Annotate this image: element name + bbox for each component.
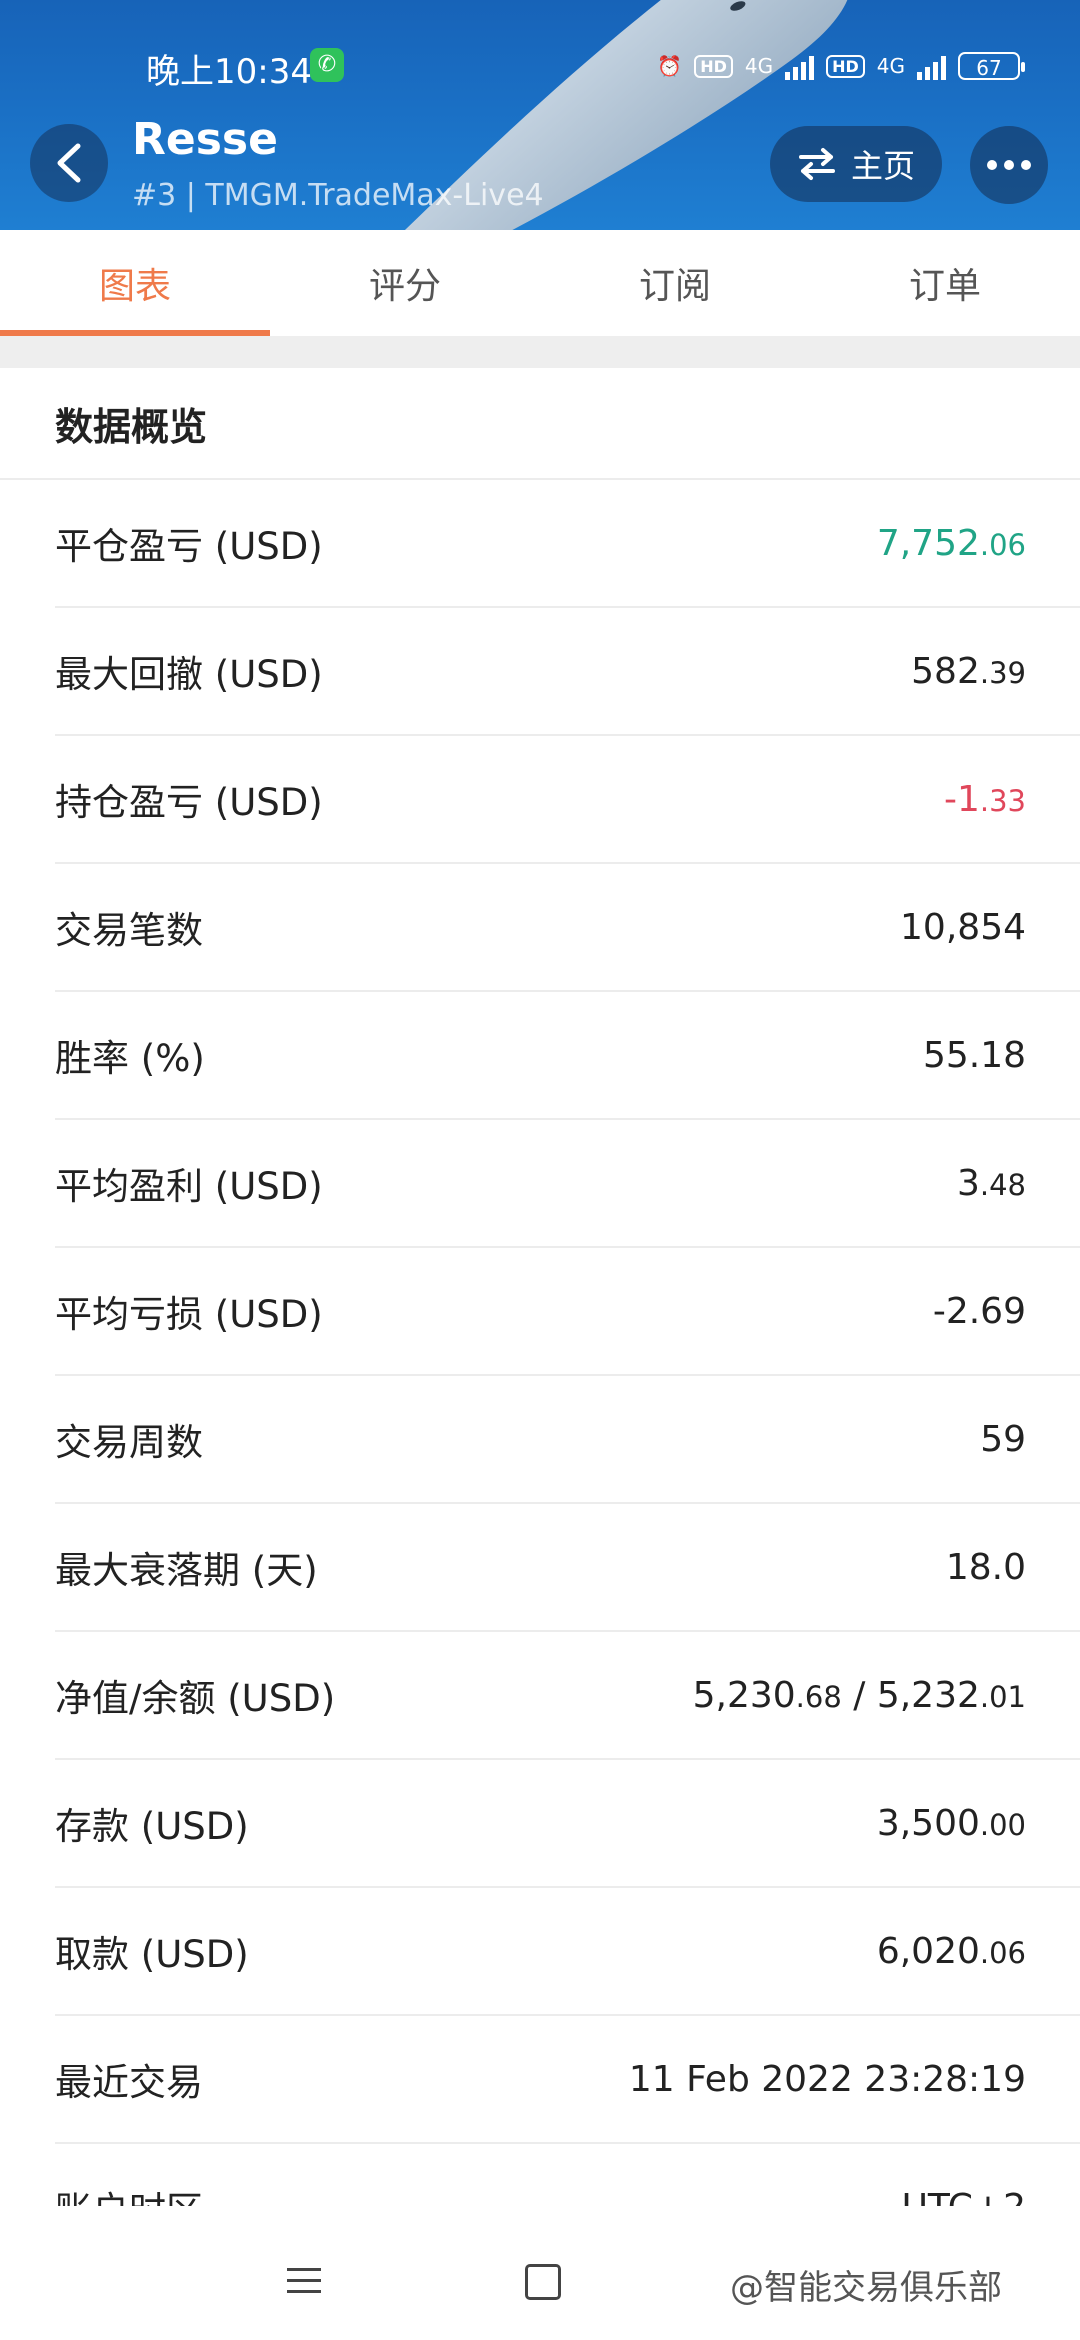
stat-row: 存款 (USD) 3,500.00	[55, 1760, 1080, 1888]
stat-label: 存款 (USD)	[55, 1805, 249, 1848]
stat-row: 持仓盈亏 (USD) -1.33	[55, 736, 1080, 864]
stat-label: 最近交易	[55, 2061, 203, 2104]
hd-badge-2: HD	[826, 54, 865, 78]
stat-value-dec: .00	[979, 1807, 1026, 1842]
phone-call-icon: ✆	[310, 48, 344, 82]
signal-icon-2	[917, 52, 946, 80]
stat-value: -1.33	[944, 779, 1026, 820]
stat-value-int: 6,020	[876, 1930, 980, 1972]
stat-row: 胜率 (%) 55.18	[55, 992, 1080, 1120]
tab-rating[interactable]: 评分	[270, 230, 540, 336]
stat-value: 582.39	[911, 651, 1026, 692]
stat-label: 平均盈利 (USD)	[55, 1165, 323, 1208]
stat-value: 59	[980, 1419, 1026, 1460]
stat-label: 最大回撤 (USD)	[55, 653, 323, 696]
stat-value-int: 7,752	[876, 522, 980, 564]
stats-list: 平仓盈亏 (USD) 7,752.06 最大回撤 (USD) 582.39 持仓盈亏 (…	[0, 480, 1080, 2272]
stat-value-dec2: .01	[979, 1679, 1026, 1714]
tab-orders[interactable]: 订单	[810, 230, 1080, 336]
tab-bar: 图表 评分 订阅 订单	[0, 230, 1080, 336]
stat-value-int: 55.18	[922, 1034, 1026, 1076]
stat-row: 最大回撤 (USD) 582.39	[55, 608, 1080, 736]
watermark: @智能交易俱乐部	[730, 2268, 1002, 2308]
stat-row: 平均盈利 (USD) 3.48	[55, 1120, 1080, 1248]
stat-value-int: -1	[943, 778, 980, 820]
tab-chart[interactable]: 图表	[0, 230, 270, 336]
account-server: #3 | TMGM.TradeMax-Live4	[132, 178, 544, 213]
swap-arrows-icon	[798, 148, 835, 180]
stat-label: 持仓盈亏 (USD)	[55, 781, 323, 824]
stat-value-int: 59	[980, 1418, 1026, 1460]
account-name: Resse	[132, 114, 278, 165]
stat-value-dec: .68	[795, 1679, 842, 1714]
stat-row: 交易周数 59	[55, 1376, 1080, 1504]
stat-row: 净值/余额 (USD) 5,230.68 / 5,232.01	[55, 1632, 1080, 1760]
battery-icon: 67	[958, 52, 1025, 80]
stat-value-dec: .33	[979, 783, 1026, 818]
stat-value-int2: / 5,232	[841, 1674, 980, 1716]
section-title: 数据概览	[0, 368, 1080, 480]
stat-value-dec: .06	[979, 527, 1026, 562]
stat-value-int: -2.69	[932, 1290, 1026, 1332]
hd-badge: HD	[694, 54, 733, 78]
stat-value-int: 5,230	[692, 1674, 796, 1716]
stat-label: 交易笔数	[55, 909, 203, 952]
stat-value: 11 Feb 2022 23:28:19	[629, 2059, 1026, 2100]
stat-value-dec: .06	[979, 1935, 1026, 1970]
network-label-1: 4G	[744, 54, 774, 78]
stat-value: 3,500.00	[877, 1803, 1026, 1844]
status-icons: ⏰ HD 4G HD 4G 67	[657, 46, 1025, 86]
stat-label: 取款 (USD)	[55, 1933, 249, 1976]
stat-value-int: 3	[956, 1162, 980, 1204]
stat-label: 净值/余额 (USD)	[55, 1677, 336, 1720]
stat-value: 3.48	[957, 1163, 1026, 1204]
stat-value-int: 3,500	[876, 1802, 980, 1844]
section-divider	[0, 336, 1080, 368]
more-dots-icon[interactable]	[970, 126, 1048, 204]
stat-value: 5,230.68 / 5,232.01	[693, 1675, 1026, 1716]
stat-value: -2.69	[933, 1291, 1026, 1332]
stat-value-int: 18.0	[945, 1546, 1026, 1588]
stat-row: 最大衰落期 (天) 18.0	[55, 1504, 1080, 1632]
stat-value-dec: .39	[979, 655, 1026, 690]
stat-value: 18.0	[946, 1547, 1026, 1588]
stat-value: 7,752.06	[877, 523, 1026, 564]
chevron-left-icon	[57, 143, 81, 183]
recent-apps-button[interactable]	[287, 2268, 321, 2294]
stat-row: 平仓盈亏 (USD) 7,752.06	[55, 480, 1080, 608]
stat-value: 10,854	[900, 907, 1026, 948]
stat-row: 最近交易 11 Feb 2022 23:28:19	[55, 2016, 1080, 2144]
tab-subscribe[interactable]: 订阅	[540, 230, 810, 336]
network-label-2: 4G	[876, 54, 905, 78]
stat-value-int: 10,854	[900, 906, 1026, 948]
stat-label: 平仓盈亏 (USD)	[55, 525, 323, 568]
home-button-label: 主页	[850, 147, 915, 185]
signal-icon	[785, 52, 815, 80]
alarm-icon: ⏰	[657, 54, 683, 78]
stat-value-int: 11 Feb 2022 23:28:19	[628, 2058, 1026, 2100]
stat-label: 交易周数	[55, 1421, 203, 1464]
stat-label: 最大衰落期 (天)	[55, 1549, 318, 1592]
stat-label: 平均亏损 (USD)	[55, 1293, 323, 1336]
stat-value: 6,020.06	[877, 1931, 1026, 1972]
back-button[interactable]	[30, 124, 108, 202]
home-button[interactable]: 主页	[770, 126, 942, 202]
status-time: 晚上10:34	[146, 52, 312, 92]
system-nav-bar: @智能交易俱乐部	[0, 2206, 1080, 2340]
stat-row: 平均亏损 (USD) -2.69	[55, 1248, 1080, 1376]
stat-label: 胜率 (%)	[55, 1037, 205, 1080]
status-bar: 晚上10:34 ✆ ⏰ HD 4G HD 4G 67	[0, 0, 1080, 130]
account-header: 晚上10:34 ✆ ⏰ HD 4G HD 4G 67 Resse #3 | TM…	[0, 0, 1080, 230]
stat-value-int: 582	[911, 650, 980, 692]
stat-row: 取款 (USD) 6,020.06	[55, 1888, 1080, 2016]
stat-value: 55.18	[923, 1035, 1026, 1076]
home-nav-button[interactable]	[525, 2264, 561, 2300]
stat-value-dec: .48	[979, 1167, 1026, 1202]
stat-row: 交易笔数 10,854	[55, 864, 1080, 992]
